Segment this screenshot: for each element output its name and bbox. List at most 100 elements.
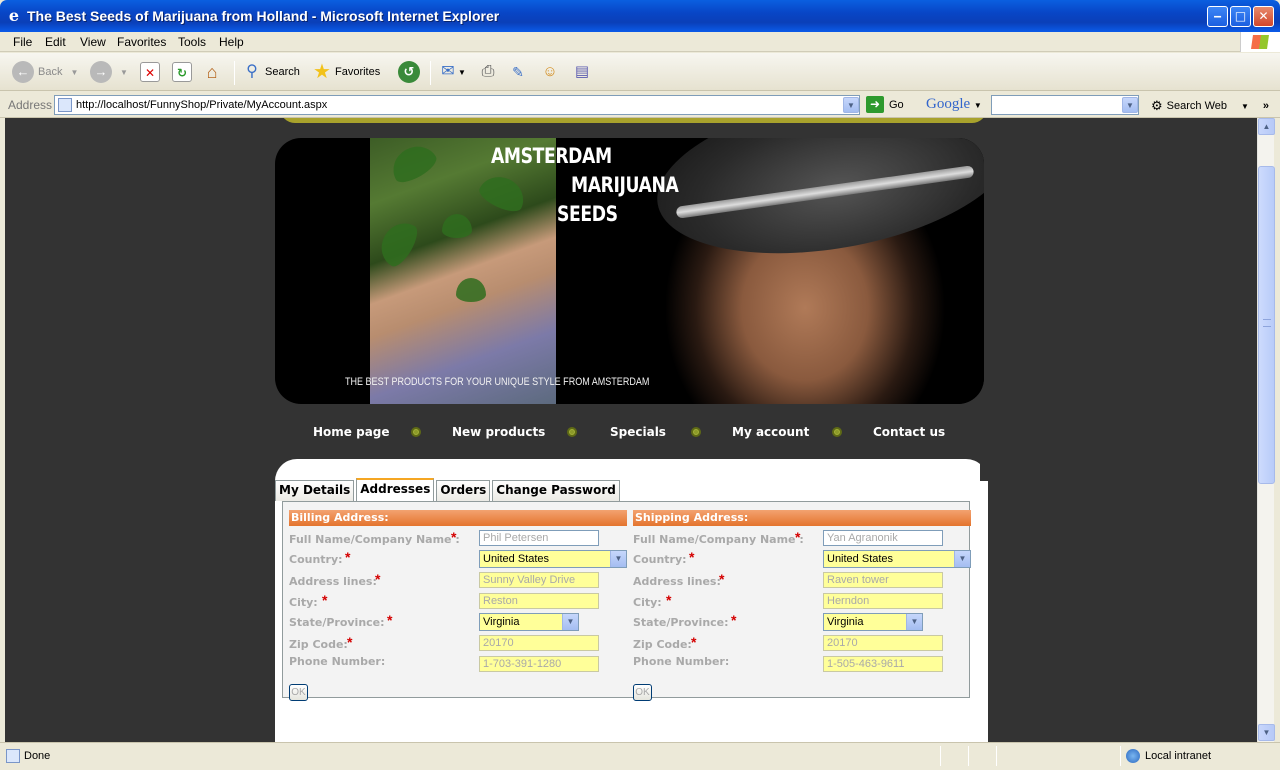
billing-ok-button[interactable]: OK xyxy=(289,684,308,701)
menu-view[interactable]: View xyxy=(80,35,106,49)
nav-bullet-icon xyxy=(411,427,421,437)
required-marker: * xyxy=(345,549,351,565)
back-dropdown-icon[interactable]: ▼ xyxy=(70,68,78,77)
edit-button[interactable]: ✎ xyxy=(508,60,528,84)
address-dropdown-icon[interactable]: ▼ xyxy=(843,97,859,113)
chevron-down-icon: ▼ xyxy=(610,551,626,567)
mail-button[interactable]: ✉ ▼ xyxy=(438,60,466,84)
nav-home-page[interactable]: Home page xyxy=(313,425,390,439)
billing-city-input[interactable]: Reston xyxy=(479,593,599,609)
address-lines-label: Address lines: xyxy=(289,575,377,588)
google-search-dropdown-icon[interactable]: ▼ xyxy=(1122,97,1138,113)
billing-state-row: State/Province: * Virginia ▼ xyxy=(289,612,627,631)
messenger-button[interactable]: ☺ xyxy=(540,60,560,84)
scroll-down-icon[interactable]: ▼ xyxy=(1258,724,1275,741)
go-button[interactable]: ➜ Go xyxy=(866,96,904,113)
chevron-down-icon: ▼ xyxy=(954,551,970,567)
toolbar: ← Back ▼ → ▼ ✕ ↻ ⌂ ⚲ Search ★ Favorites … xyxy=(0,53,1280,91)
tab-change-password[interactable]: Change Password xyxy=(492,480,620,501)
shipping-state-select[interactable]: Virginia ▼ xyxy=(823,613,923,631)
scrollbar-thumb[interactable] xyxy=(1258,166,1275,484)
shipping-country-select[interactable]: United States ▼ xyxy=(823,550,971,568)
billing-full-name-row: Full Name/Company Name : * Phil Petersen xyxy=(289,529,627,548)
google-search-input[interactable]: ▼ xyxy=(991,95,1139,115)
history-button[interactable]: ↺ xyxy=(398,60,424,84)
browser-viewport: AMSTERDAM MARIJUANA SEEDS THE BEST PRODU… xyxy=(0,118,1280,742)
billing-address-lines-input[interactable]: Sunny Valley Drive xyxy=(479,572,599,588)
forward-arrow-icon: → xyxy=(90,61,112,83)
menu-file[interactable]: File xyxy=(13,35,32,49)
phone-label: Phone Number: xyxy=(633,655,730,668)
tab-orders[interactable]: Orders xyxy=(436,480,491,501)
toolbar-overflow-icon[interactable]: » xyxy=(1263,100,1269,112)
nav-contact-us[interactable]: Contact us xyxy=(873,425,945,439)
billing-phone-input[interactable]: 1-703-391-1280 xyxy=(479,656,599,672)
state-label: State/Province: xyxy=(633,616,729,629)
required-marker: * xyxy=(347,634,353,650)
nav-new-products[interactable]: New products xyxy=(452,425,545,439)
shipping-ok-button[interactable]: OK xyxy=(633,684,652,701)
favorites-button[interactable]: ★ Favorites xyxy=(312,60,380,84)
vertical-scrollbar[interactable]: ▲ ▼ xyxy=(1257,118,1275,742)
required-marker: * xyxy=(731,612,737,628)
banner-photo-left xyxy=(370,138,556,404)
shipping-city-row: City: * Herndon xyxy=(633,592,971,611)
nav-bullet-icon xyxy=(832,427,842,437)
messenger-icon: ☺ xyxy=(542,63,558,80)
search-button[interactable]: ⚲ Search xyxy=(242,60,300,84)
maximize-button[interactable]: □ xyxy=(1230,6,1251,27)
google-dropdown-icon[interactable]: ▼ xyxy=(974,101,982,110)
menu-tools[interactable]: Tools xyxy=(178,35,206,49)
required-marker: * xyxy=(666,592,672,608)
menu-edit[interactable]: Edit xyxy=(45,35,66,49)
status-text: Done xyxy=(24,750,51,762)
nav-my-account[interactable]: My account xyxy=(732,425,809,439)
shipping-zip-input[interactable]: 20170 xyxy=(823,635,943,651)
country-label: Country: xyxy=(633,553,687,566)
nav-specials[interactable]: Specials xyxy=(610,425,666,439)
forward-button[interactable]: → ▼ xyxy=(90,60,128,84)
toolbar-separator xyxy=(234,61,235,85)
search-web-button[interactable]: ⚙ Search Web ▼ » xyxy=(1151,98,1269,114)
refresh-button[interactable]: ↻ xyxy=(172,60,192,84)
research-button[interactable]: ▤ xyxy=(572,60,592,84)
shipping-heading: Shipping Address: xyxy=(633,510,971,526)
shipping-phone-input[interactable]: 1-505-463-9611 xyxy=(823,656,943,672)
go-label: Go xyxy=(889,98,904,111)
address-input[interactable]: http://localhost/FunnyShop/Private/MyAcc… xyxy=(54,95,860,115)
shipping-full-name-input[interactable]: Yan Agranonik xyxy=(823,530,943,546)
billing-address-lines-row: Address lines: * Sunny Valley Drive xyxy=(289,571,627,590)
page-status-icon xyxy=(6,749,20,763)
window-title-bar[interactable]: e The Best Seeds of Marijuana from Holla… xyxy=(0,0,1280,32)
menu-favorites[interactable]: Favorites xyxy=(117,35,166,49)
billing-address-section: Billing Address: Full Name/Company Name … xyxy=(289,510,627,701)
zip-label: Zip Code: xyxy=(289,638,348,651)
billing-zip-input[interactable]: 20170 xyxy=(479,635,599,651)
mail-dropdown-icon[interactable]: ▼ xyxy=(458,68,466,77)
shipping-city-input[interactable]: Herndon xyxy=(823,593,943,609)
home-button[interactable]: ⌂ xyxy=(202,60,222,84)
tab-my-details[interactable]: My Details xyxy=(275,480,355,501)
required-marker: * xyxy=(387,612,393,628)
tab-addresses[interactable]: Addresses xyxy=(356,478,435,501)
search-web-icon: ⚙ xyxy=(1151,98,1163,113)
address-url: http://localhost/FunnyShop/Private/MyAcc… xyxy=(76,99,328,111)
shipping-address-lines-input[interactable]: Raven tower xyxy=(823,572,943,588)
google-toolbar-logo[interactable]: Google ▼ xyxy=(926,96,982,113)
billing-country-select[interactable]: United States ▼ xyxy=(479,550,627,568)
required-marker: * xyxy=(689,549,695,565)
scroll-up-icon[interactable]: ▲ xyxy=(1258,118,1275,135)
favorites-star-icon: ★ xyxy=(313,61,331,83)
print-button[interactable]: ⎙ xyxy=(478,60,498,84)
search-web-dropdown-icon[interactable]: ▼ xyxy=(1241,102,1249,111)
google-label: Google xyxy=(926,96,971,112)
close-button[interactable]: ✕ xyxy=(1253,6,1274,27)
billing-full-name-input[interactable]: Phil Petersen xyxy=(479,530,599,546)
billing-state-select[interactable]: Virginia ▼ xyxy=(479,613,579,631)
stop-button[interactable]: ✕ xyxy=(140,60,160,84)
menu-help[interactable]: Help xyxy=(219,35,244,49)
minimize-button[interactable]: ‒ xyxy=(1207,6,1228,27)
forward-dropdown-icon[interactable]: ▼ xyxy=(120,68,128,77)
back-button[interactable]: ← Back ▼ xyxy=(12,60,78,84)
research-icon: ▤ xyxy=(574,63,590,80)
